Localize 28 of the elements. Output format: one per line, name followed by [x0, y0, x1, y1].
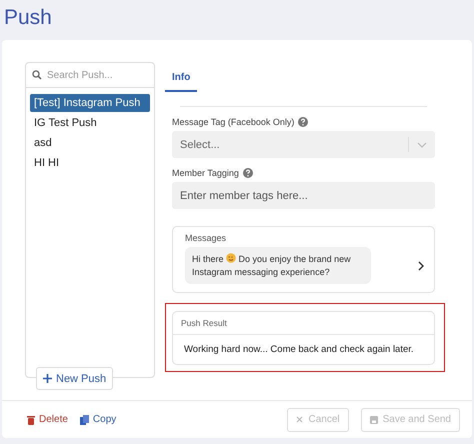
message-bubble: Hi there Do you enjoy the brand new Instagram messaging experience?	[185, 247, 371, 284]
chevron-right-icon[interactable]	[418, 260, 424, 271]
card-title: Messages	[185, 233, 228, 243]
info-tab[interactable]: Info	[165, 68, 198, 92]
copy-link[interactable]: Copy	[80, 414, 116, 425]
message-tag-select[interactable]: Select...	[172, 131, 435, 158]
field-label: Member Tagging	[172, 168, 239, 178]
plus-icon	[43, 374, 52, 383]
chevron-down-icon	[417, 142, 427, 148]
copy-icon	[80, 414, 89, 424]
card-title: Push Result	[173, 312, 434, 336]
field-label: Message Tag (Facebook Only)	[172, 117, 294, 127]
new-push-button[interactable]: New Push	[36, 367, 114, 390]
push-list-item[interactable]: IG Test Push	[30, 114, 150, 132]
winking-face-icon	[226, 253, 236, 263]
delete-link[interactable]: Delete	[27, 414, 68, 425]
push-list-item[interactable]: asd	[30, 134, 150, 152]
save-icon	[370, 416, 378, 424]
push-list-item[interactable]: HI HI	[30, 154, 150, 172]
help-icon	[242, 168, 253, 178]
push-list-item[interactable]: [Test] Instagram Push	[30, 94, 150, 112]
page-title: Push	[3, 5, 53, 31]
search-icon	[32, 70, 42, 80]
help-icon	[298, 117, 308, 127]
result-text: Working hard now... Come back and check again later.	[183, 343, 415, 358]
member-tags-input[interactable]: Enter member tags here...	[172, 182, 435, 209]
close-icon	[296, 416, 304, 423]
trash-icon	[27, 414, 35, 424]
